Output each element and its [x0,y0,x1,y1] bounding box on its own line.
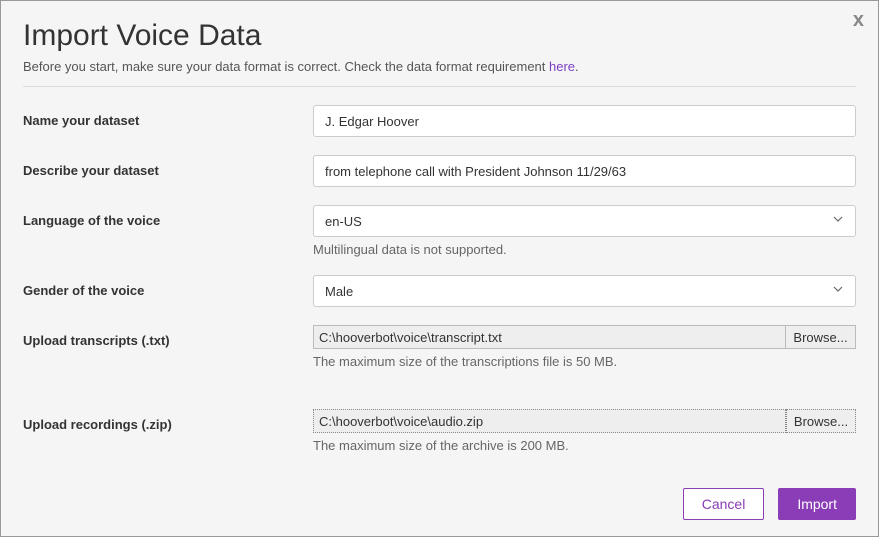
dataset-name-input[interactable] [313,105,856,137]
import-button[interactable]: Import [778,488,856,520]
dataset-description-input[interactable] [313,155,856,187]
recordings-path-display: C:\hooverbot\voice\audio.zip [313,409,786,433]
recordings-browse-button[interactable]: Browse... [786,409,856,433]
row-dataset-name: Name your dataset [23,105,856,137]
label-dataset-name: Name your dataset [23,113,139,128]
import-voice-data-dialog: x Import Voice Data Before you start, ma… [0,0,879,537]
gender-select-value: Male [325,284,353,299]
label-language: Language of the voice [23,213,160,228]
language-select[interactable]: en-US [313,205,856,237]
label-transcripts: Upload transcripts (.txt) [23,333,170,348]
label-dataset-description: Describe your dataset [23,163,159,178]
row-language: Language of the voice en-US Multilingual… [23,205,856,257]
dialog-header: Import Voice Data Before you start, make… [1,1,878,86]
transcripts-path-display: C:\hooverbot\voice\transcript.txt [313,325,786,349]
label-recordings: Upload recordings (.zip) [23,417,172,432]
transcripts-helper-text: The maximum size of the transcriptions f… [313,354,856,369]
subtitle-text-pre: Before you start, make sure your data fo… [23,59,549,74]
transcripts-browse-button[interactable]: Browse... [786,325,856,349]
cancel-button[interactable]: Cancel [683,488,765,520]
label-gender: Gender of the voice [23,283,144,298]
row-recordings: Upload recordings (.zip) C:\hooverbot\vo… [23,409,856,453]
recordings-helper-text: The maximum size of the archive is 200 M… [313,438,856,453]
row-transcripts: Upload transcripts (.txt) C:\hooverbot\v… [23,325,856,369]
close-button[interactable]: x [853,9,864,32]
language-select-value: en-US [325,214,362,229]
data-format-link[interactable]: here [549,59,575,74]
row-gender: Gender of the voice Male [23,275,856,307]
form-area: Name your dataset Describe your dataset … [1,87,878,453]
language-helper-text: Multilingual data is not supported. [313,242,856,257]
dialog-subtitle: Before you start, make sure your data fo… [23,59,856,74]
subtitle-text-post: . [575,59,579,74]
dialog-footer: Cancel Import [683,488,856,520]
gender-select[interactable]: Male [313,275,856,307]
dialog-title: Import Voice Data [23,19,856,53]
row-dataset-description: Describe your dataset [23,155,856,187]
